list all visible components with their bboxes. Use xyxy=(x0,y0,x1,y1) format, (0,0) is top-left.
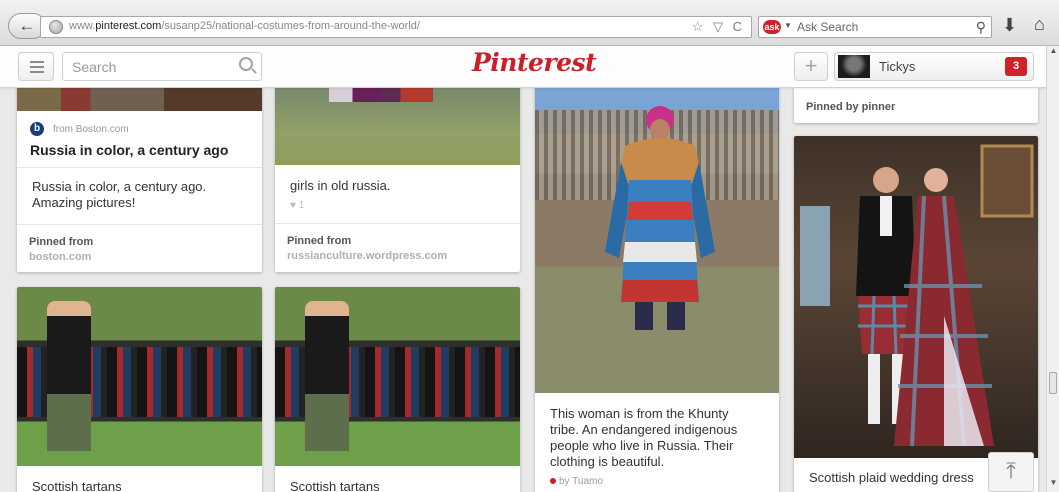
engine-dropdown-icon[interactable]: ▼ xyxy=(784,21,792,30)
browser-search-box[interactable]: ask ▼ Ask Search ⚲ xyxy=(758,16,992,38)
search-input[interactable] xyxy=(63,53,233,80)
menu-button[interactable] xyxy=(18,52,54,81)
address-bar[interactable]: www.pinterest.com/susanp25/national-cost… xyxy=(40,16,752,38)
pin-description: Scottish plaid wedding dress xyxy=(809,470,974,485)
hamburger-icon xyxy=(30,61,44,63)
add-pin-button[interactable]: + xyxy=(794,52,828,81)
pin-description: Russia in color, a century ago. xyxy=(32,179,207,194)
pin-description: tribe. An endangered indigenous xyxy=(550,422,738,437)
pin-card-wedding[interactable]: Scottish plaid wedding dress xyxy=(794,136,1038,492)
scroll-down-icon[interactable]: ▼ xyxy=(1048,478,1059,490)
pin-card-khunty[interactable]: This woman is from the Khunty tribe. An … xyxy=(535,60,779,492)
home-icon[interactable]: ⌂ xyxy=(1034,14,1045,35)
ask-logo-icon: ask xyxy=(763,20,781,34)
pin-card-girls[interactable]: girls in old russia. ♥ 1 Pinned from rus… xyxy=(275,60,520,272)
avatar xyxy=(838,55,870,78)
scroll-to-top-button[interactable]: ⤒ xyxy=(988,452,1034,492)
url-text: www.pinterest.com/susanp25/national-cost… xyxy=(69,20,420,32)
pin-title[interactable]: Russia in color, a century ago xyxy=(30,142,228,158)
profile-button[interactable]: Tickys 3 xyxy=(834,52,1034,81)
boston-source-icon: b xyxy=(30,122,44,136)
divider xyxy=(17,167,262,168)
magnifier-icon[interactable]: ⚲ xyxy=(976,19,986,36)
scroll-up-icon[interactable]: ▲ xyxy=(1048,46,1059,58)
pin-description: Amazing pictures! xyxy=(32,195,136,210)
pinterest-header: Pinterest + Tickys 3 xyxy=(0,46,1046,88)
like-count[interactable]: ♥ 1 xyxy=(290,200,304,211)
page-scrollbar[interactable]: ▲ ▼ xyxy=(1046,46,1059,492)
browser-window: ← www.pinterest.com/susanp25/national-co… xyxy=(0,0,1059,492)
pin-description: Scottish tartans xyxy=(290,479,380,492)
username: Tickys xyxy=(879,59,916,74)
pinned-from-domain[interactable]: russianculture.wordpress.com xyxy=(287,250,447,262)
download-icon[interactable]: ⬇ xyxy=(1002,15,1017,36)
source-label[interactable]: from Boston.com xyxy=(53,124,129,135)
scrollbar-thumb[interactable] xyxy=(1049,372,1057,394)
pin-card-boston[interactable]: b from Boston.com Russia in color, a cen… xyxy=(17,60,262,272)
pin-description: This woman is from the Khunty xyxy=(550,406,729,421)
pinned-from-domain[interactable]: boston.com xyxy=(29,251,91,263)
pin-description: Scottish tartans xyxy=(32,479,122,492)
bookmark-star-icon[interactable]: ☆ ▽ C xyxy=(692,19,745,35)
pinned-from-label: Pinned from xyxy=(287,235,352,247)
pin-image[interactable] xyxy=(17,287,262,466)
divider xyxy=(17,224,262,225)
woman-figure xyxy=(605,106,715,330)
globe-icon xyxy=(49,20,63,34)
pin-image[interactable] xyxy=(794,136,1038,458)
divider xyxy=(275,223,520,224)
search-icon[interactable] xyxy=(239,57,253,71)
pin-description: clothing is beautiful. xyxy=(550,454,665,469)
author-dot-icon xyxy=(550,478,556,485)
pinned-from-label: Pinned from xyxy=(29,236,94,248)
hamburger-icon-line xyxy=(30,71,44,73)
browser-search-placeholder: Ask Search xyxy=(797,20,859,34)
pinterest-logo[interactable]: Pinterest xyxy=(472,48,597,77)
pin-card-tartans-2[interactable]: Scottish tartans xyxy=(275,287,520,492)
pin-card-tartans-1[interactable]: Scottish tartans xyxy=(17,287,262,492)
hamburger-icon-line xyxy=(30,66,44,68)
back-arrow-icon: ← xyxy=(18,16,36,35)
pin-description: people who live in Russia. Their xyxy=(550,438,734,453)
wedding-couple xyxy=(800,144,1034,447)
pinterest-search xyxy=(62,52,262,81)
pinned-by-label[interactable]: Pinned by pinner xyxy=(806,101,895,113)
pin-image[interactable] xyxy=(275,287,520,466)
notification-badge[interactable]: 3 xyxy=(1005,57,1027,76)
pin-author[interactable]: by Tuamo xyxy=(550,476,603,487)
piper-figure xyxy=(305,301,349,451)
pin-description: girls in old russia. xyxy=(290,178,391,193)
pin-image[interactable] xyxy=(535,60,779,393)
piper-figure xyxy=(47,301,91,451)
browser-toolbar: ← www.pinterest.com/susanp25/national-co… xyxy=(0,0,1059,46)
